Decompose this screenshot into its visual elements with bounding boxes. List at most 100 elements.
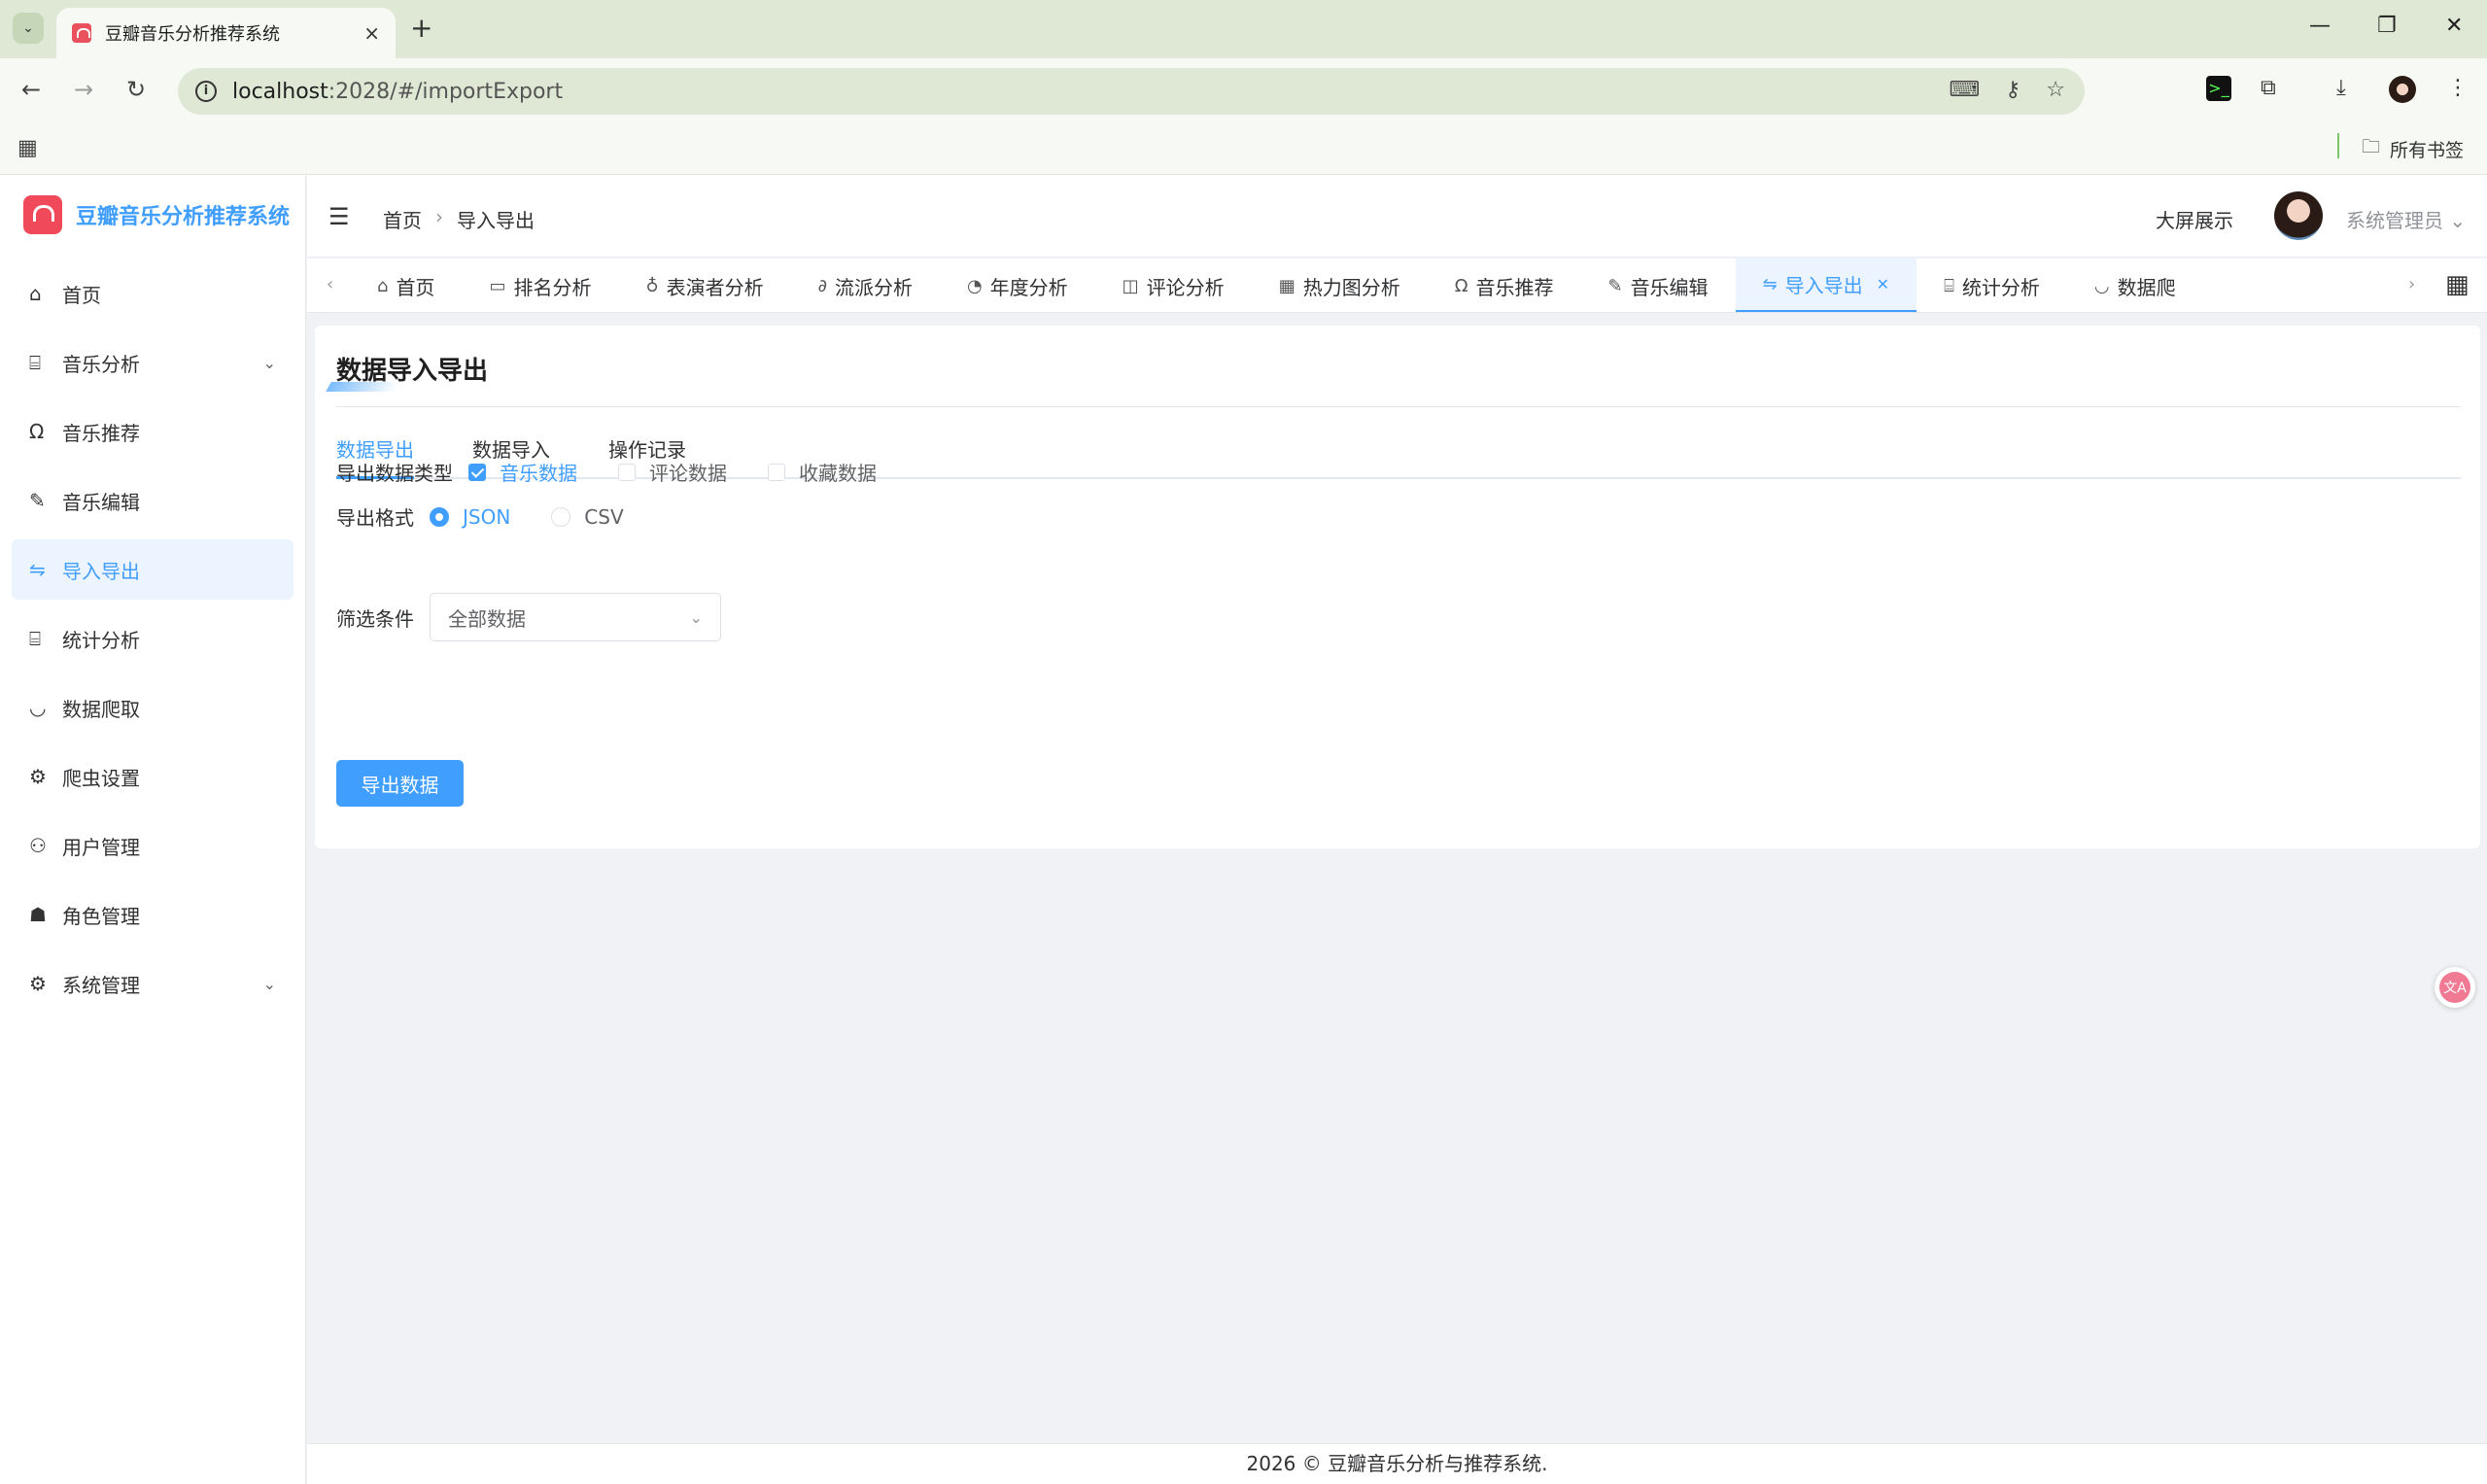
sidebar-item-music-edit[interactable]: ✎ 音乐编辑 <box>12 470 294 531</box>
apps-grid-icon[interactable]: ▦ <box>17 136 38 160</box>
more-menu-icon[interactable]: ⋮ <box>2447 76 2469 100</box>
tag-comments[interactable]: ◫ 评论分析 <box>1095 259 1252 312</box>
checkbox-comment-data[interactable]: 评论数据 <box>618 458 727 486</box>
checkbox-box[interactable] <box>768 463 785 481</box>
sidebar-item-music-analysis[interactable]: ⌸ 音乐分析 ⌄ <box>12 332 294 393</box>
tags-scroll-right-icon[interactable]: › <box>2408 274 2415 294</box>
tag-label: 表演者分析 <box>666 275 764 299</box>
sidebar-item-label: 爬虫设置 <box>62 766 140 790</box>
all-bookmarks-button[interactable]: 🗀 所有书签 <box>2362 133 2464 164</box>
paperclip-icon: ∂ <box>817 275 827 296</box>
tag-label: 年度分析 <box>989 275 1068 299</box>
bulb-icon: ♁ <box>645 275 659 296</box>
sidebar-item-crawl[interactable]: ◡ 数据爬取 <box>12 677 294 738</box>
divider <box>336 406 2461 407</box>
restore-button[interactable]: ❐ <box>2377 14 2397 38</box>
chevron-down-icon: ⌄ <box>262 353 276 372</box>
minimize-button[interactable]: — <box>2309 14 2331 38</box>
big-screen-link[interactable]: 大屏展示 <box>2156 205 2233 233</box>
user-filled-icon: ☗ <box>29 903 47 926</box>
site-info-icon[interactable]: i <box>195 81 217 102</box>
radio-json[interactable]: JSON <box>430 505 510 529</box>
checkbox-music-data[interactable]: 音乐数据 <box>468 458 577 486</box>
tag-import-export[interactable]: ⇋ 导入导出 ✕ <box>1735 259 1917 312</box>
tags-menu-grid-icon[interactable]: ▦ <box>2445 270 2470 299</box>
tag-recommend[interactable]: Ω 音乐推荐 <box>1428 259 1581 312</box>
forward-icon[interactable]: → <box>74 76 93 103</box>
sidebar-item-users[interactable]: ⚇ 用户管理 <box>12 815 294 876</box>
tab-close-icon[interactable]: × <box>363 21 380 45</box>
folder-icon: 🗀 <box>2362 136 2381 157</box>
checkbox-box[interactable] <box>468 463 486 481</box>
tag-performer[interactable]: ♁ 表演者分析 <box>618 259 790 312</box>
tag-genre[interactable]: ∂ 流派分析 <box>791 259 940 312</box>
tag-crawl[interactable]: ◡ 数据爬 <box>2067 259 2203 312</box>
sidebar-item-home[interactable]: ⌂ 首页 <box>12 263 294 324</box>
export-data-button[interactable]: 导出数据 <box>336 760 464 807</box>
logo[interactable]: 豆瓣音乐分析推荐系统 <box>23 195 290 234</box>
profile-avatar[interactable] <box>2389 76 2416 103</box>
sidebar-item-roles[interactable]: ☗ 角色管理 <box>12 884 294 945</box>
sidebar-item-import-export[interactable]: ⇋ 导入导出 <box>12 539 294 600</box>
breadcrumb: 首页 › 导入导出 <box>383 205 535 233</box>
filter-select-value: 全部数据 <box>448 606 526 631</box>
extensions-puzzle-icon[interactable]: ⧉ <box>2261 76 2276 100</box>
home-icon: ⌂ <box>377 275 389 296</box>
tag-heatmap[interactable]: ▦ 热力图分析 <box>1252 259 1428 312</box>
user-dropdown[interactable]: 系统管理员 ⌄ <box>2346 205 2466 233</box>
tag-edit[interactable]: ✎ 音乐编辑 <box>1580 259 1735 312</box>
tag-label: 流派分析 <box>834 275 913 299</box>
favicon-icon <box>72 23 91 43</box>
back-icon[interactable]: ← <box>21 76 41 103</box>
browser-tab[interactable]: 豆瓣音乐分析推荐系统 × <box>56 8 396 58</box>
checkbox-label: 音乐数据 <box>500 462 577 485</box>
terminal-extension-icon[interactable]: >_ <box>2206 76 2231 101</box>
avatar[interactable] <box>2274 191 2323 240</box>
translate-icon[interactable]: ⌨ <box>1949 78 1980 102</box>
radio-circle[interactable] <box>430 506 449 527</box>
sidebar-item-label: 音乐分析 <box>62 352 140 376</box>
floating-translate-button[interactable]: 文A <box>2435 967 2475 1008</box>
chart-board-icon: ⌸ <box>29 351 41 374</box>
sidebar-item-music-recommend[interactable]: Ω 音乐推荐 <box>12 401 294 462</box>
radio-csv[interactable]: CSV <box>551 505 624 529</box>
export-format-row: 导出格式 JSON CSV <box>336 502 665 531</box>
tag-label: 评论分析 <box>1146 275 1225 299</box>
checkbox-box[interactable] <box>618 463 636 481</box>
sidebar-item-crawler-settings[interactable]: ⚙ 爬虫设置 <box>12 746 294 807</box>
tags-scroll-left-icon[interactable]: ‹ <box>327 274 333 294</box>
download-icon[interactable]: ⤓ <box>2336 76 2346 100</box>
sidebar-item-statistics[interactable]: ⌸ 统计分析 <box>12 608 294 669</box>
import-export-card: 数据导入导出 数据导出 数据导入 操作记录 导出数据类型 音乐数据 评论数据 收… <box>315 326 2480 848</box>
home-icon: ⌂ <box>29 282 42 305</box>
address-bar[interactable]: i localhost:2028/#/importExport ⌨ ⚷ ☆ <box>178 68 2085 115</box>
sidebar-item-system[interactable]: ⚙ 系统管理 ⌄ <box>12 953 294 1014</box>
breadcrumb-home[interactable]: 首页 <box>383 205 422 233</box>
chevron-down-icon: ⌄ <box>262 974 276 993</box>
switch-arrows-icon: ⇋ <box>29 558 46 581</box>
close-window-button[interactable]: ✕ <box>2445 14 2463 38</box>
bookmark-star-icon[interactable]: ☆ <box>2046 78 2065 102</box>
collapse-menu-icon[interactable]: ☰ <box>328 203 350 230</box>
sidebar-item-label: 角色管理 <box>62 904 140 928</box>
tab-search-dropdown[interactable]: ⌄ <box>13 13 44 44</box>
sidebar-item-label: 统计分析 <box>62 628 140 652</box>
tag-label: 排名分析 <box>513 275 592 299</box>
checkbox-favorite-data[interactable]: 收藏数据 <box>768 458 877 486</box>
user-name: 系统管理员 <box>2346 209 2443 232</box>
reload-icon[interactable]: ↻ <box>126 76 146 103</box>
new-tab-button[interactable]: + <box>410 12 432 44</box>
tag-close-icon[interactable]: ✕ <box>1877 275 1889 293</box>
export-type-row: 导出数据类型 音乐数据 评论数据 收藏数据 <box>336 458 917 486</box>
tag-annual[interactable]: ◔ 年度分析 <box>940 259 1095 312</box>
password-key-icon[interactable]: ⚷ <box>2005 78 2021 102</box>
sidebar-item-label: 系统管理 <box>62 973 140 997</box>
filter-row: 筛选条件 全部数据 ⌄ <box>336 593 721 641</box>
radio-circle[interactable] <box>551 506 571 527</box>
tag-label: 首页 <box>396 275 435 299</box>
filter-select[interactable]: 全部数据 ⌄ <box>430 593 721 641</box>
user-icon: ⚇ <box>29 834 47 857</box>
tag-ranking[interactable]: ▭ 排名分析 <box>462 259 618 312</box>
tag-statistics[interactable]: ⌸ 统计分析 <box>1917 259 2067 312</box>
tag-home[interactable]: ⌂ 首页 <box>350 259 462 312</box>
